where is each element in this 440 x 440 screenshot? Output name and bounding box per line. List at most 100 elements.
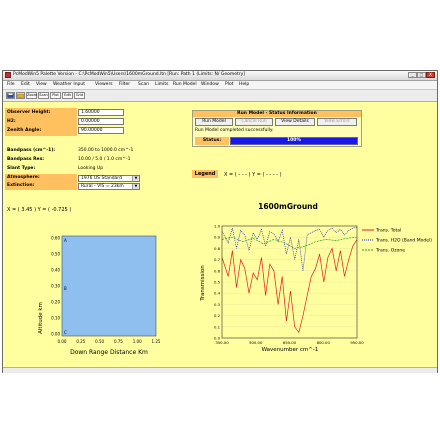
chevron-down-icon: ▼ <box>132 176 139 181</box>
legend-readout: X = ( - - - ) Y = ( - - - - ) <box>224 172 282 178</box>
menu-plot[interactable]: Plot <box>225 82 233 87</box>
chevron-down-icon: ▼ <box>132 184 139 189</box>
title-bar: PcModWin5 Palette Version - C:\PcModWin5… <box>3 71 437 81</box>
chart-grid <box>222 225 357 339</box>
atmosphere-select[interactable]: 1976 US Standard ▼ <box>78 175 140 182</box>
legend-y-value: - - - - <box>266 172 279 178</box>
zenith-angle-label: Zenith Angle: <box>7 128 42 133</box>
chart-x-tick-label: 500.00 <box>249 340 263 345</box>
chart-series-line <box>221 236 358 249</box>
chart-y-tick-label: 1.0 <box>214 224 221 229</box>
plot-toolbar-button[interactable]: Plot <box>50 92 61 99</box>
chart-x-tick-label: 950.00 <box>350 340 364 345</box>
geometry-y-ticks: 0.60 0.50 0.40 0.30 0.20 0.10 0.00 <box>51 236 60 337</box>
chart-x-tick-label: 350.00 <box>215 340 229 345</box>
cursor-y-value: -0.725 <box>51 207 68 213</box>
zoom-toolbar-button[interactable]: Zoom <box>26 92 37 99</box>
chart-xlabel: Wavenumber cm^-1 <box>262 347 319 353</box>
cursor-readout: X = ( 3.45 ) Y = ( -0.725 ) <box>7 207 71 213</box>
cancel-run-button[interactable]: Cancel Run <box>235 118 273 126</box>
chart-x-ticks: 350.00 500.00 650.00 800.00 950.00 <box>215 340 364 345</box>
geometry-y-tick-label: 0.20 <box>51 300 60 305</box>
chart-series-lines <box>221 226 358 334</box>
window-title: PcModWin5 Palette Version - C:\PcModWin5… <box>13 72 246 77</box>
geometry-marker-c: C <box>64 330 67 335</box>
menu-limits[interactable]: Limits <box>155 82 169 87</box>
geometry-x-tick-label: 0.75 <box>114 339 123 344</box>
menu-edit[interactable]: Edit <box>21 82 30 87</box>
menu-view[interactable]: View <box>36 82 47 87</box>
zenith-angle-field[interactable]: 90.00000 <box>78 127 124 134</box>
open-toolbar-button[interactable] <box>16 92 25 99</box>
menu-help[interactable]: Help <box>239 82 249 87</box>
progress-track: 100% <box>230 137 358 145</box>
legend-close-paren: ) <box>279 172 282 178</box>
chart-legend-label: Trans. Ozone <box>375 248 405 254</box>
run-status-header: Run Model - Status Information <box>193 111 361 117</box>
observer-height-label: Observer Height: <box>7 110 51 115</box>
close-button[interactable]: X <box>426 72 435 78</box>
chart-title: 1600mGround <box>258 202 318 211</box>
cursor-close-paren: ) <box>69 207 72 213</box>
chart-y-tick-label: 0.1 <box>214 324 221 329</box>
minimize-button[interactable]: _ <box>408 72 417 78</box>
slant-type-label: Slant Type: <box>7 166 36 171</box>
geometry-y-tick-label: 0.30 <box>51 284 60 289</box>
geometry-y-tick-label: 0.60 <box>51 236 60 241</box>
chart-y-tick-label: 0.8 <box>214 246 221 251</box>
scan-toolbar-button[interactable]: Scan <box>38 92 49 99</box>
geometry-x-ticks: 0.00 0.25 0.50 0.75 1.00 1.25 <box>58 339 161 344</box>
run-model-button[interactable]: Run Model <box>195 118 233 126</box>
geometry-x-tick-label: 0.00 <box>58 339 67 344</box>
view-errors-button[interactable]: View Errors <box>317 118 357 126</box>
run-status-text: Run Model completed successfully. <box>195 128 274 133</box>
chart-y-tick-label: 0.3 <box>214 302 221 307</box>
cursor-x-value: 3.45 <box>21 207 33 213</box>
observer-height-field[interactable]: 1.60000 <box>78 109 124 116</box>
slant-type-value: Looking Up <box>78 166 104 171</box>
geometry-marker-a: A <box>64 238 67 243</box>
status-bar <box>3 367 437 373</box>
chart-y-tick-label: 0.7 <box>214 257 221 262</box>
chart-legend-label: Trans. Total <box>375 228 401 234</box>
floppy-icon <box>7 93 14 98</box>
chart-y-ticks: 1.00.90.80.70.60.50.40.30.20.10.0 <box>214 224 221 341</box>
menu-file[interactable]: File <box>7 82 15 87</box>
view-details-button[interactable]: View Details <box>275 118 315 126</box>
chart-y-tick-label: 0.9 <box>214 235 221 240</box>
menu-viewers[interactable]: Viewers <box>95 82 113 87</box>
extinction-select[interactable]: Rural - VIS = 23km ▼ <box>78 183 140 190</box>
h2-field[interactable]: 0.00000 <box>78 118 124 125</box>
save-toolbar-button[interactable] <box>6 92 15 99</box>
h2-label: H2: <box>7 119 16 124</box>
chart-series-line <box>221 226 358 271</box>
geometry-y-tick-label: 0.50 <box>51 252 60 257</box>
menu-window[interactable]: Window <box>201 82 219 87</box>
bandpass-res-value: 10.00 / 5.0 / 1.0 cm^-1 <box>78 157 131 162</box>
geometry-xlabel: Down Range Distance Km <box>70 349 148 356</box>
app-icon <box>5 72 11 78</box>
geometry-plot[interactable]: Altitude km 0.60 0.50 0.40 0.30 0.20 0.10 0.00… <box>30 228 170 358</box>
maximize-button[interactable]: □ <box>417 72 426 78</box>
menu-scan[interactable]: Scan <box>138 82 149 87</box>
extinction-value: Rural - VIS = 23km <box>81 184 124 189</box>
menu-run-model[interactable]: Run Model <box>173 82 197 87</box>
geometry-y-tick-label: 0.00 <box>51 332 60 337</box>
folder-icon <box>17 93 24 98</box>
geometry-x-tick-label: 0.50 <box>95 339 104 344</box>
chart-y-tick-label: 0.2 <box>214 313 221 318</box>
geometry-x-tick-label: 0.25 <box>76 339 85 344</box>
menu-weather-input[interactable]: Weather Input <box>53 82 85 87</box>
grid-toolbar-button[interactable]: Grid <box>74 92 85 99</box>
transmission-chart[interactable]: 1600mGround Transmission Wavenumber cm^-… <box>190 198 435 358</box>
menu-filter[interactable]: Filter <box>119 82 130 87</box>
bandpass-label: Bandpass (cm^-1): <box>7 148 56 153</box>
chart-x-tick-label: 650.00 <box>283 340 297 345</box>
edit-toolbar-button[interactable]: Edit <box>62 92 73 99</box>
chart-legend-label: Trans. H2O (Band Model) <box>375 238 432 244</box>
geometry-y-tick-label: 0.40 <box>51 268 60 273</box>
bandpass-res-label: Bandpass Res: <box>7 157 45 162</box>
cursor-y-label: ) Y = ( <box>34 207 50 213</box>
geometry-marker-b: B <box>64 286 67 291</box>
chart-ylabel: Transmission <box>200 265 206 302</box>
